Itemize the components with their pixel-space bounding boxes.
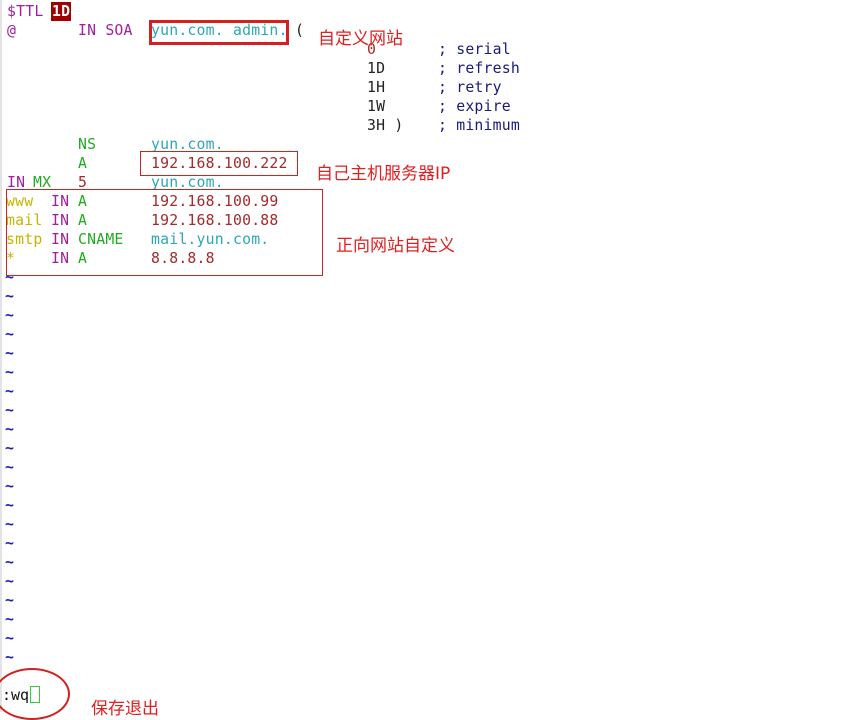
mx-class: IN [7, 174, 26, 191]
ttl-value: 1D [51, 2, 72, 21]
www-ip: 192.168.100.99 [151, 193, 279, 210]
a-type: A [78, 155, 88, 172]
wildcard-record-line: * IN A 8.8.8.8 [6, 249, 215, 268]
origin-symbol: @ [7, 22, 17, 39]
empty-line-tilde: ~ [5, 535, 15, 552]
smtp-class: IN [51, 231, 70, 248]
minimum-comment: ; minimum [438, 117, 520, 134]
ns-domain: yun.com. [151, 136, 224, 153]
refresh-value: 1D [367, 60, 386, 77]
annotation-forward-site-custom: 正向网站自定义 [336, 236, 455, 256]
serial-comment: ; serial [438, 41, 511, 58]
mx-priority: 5 [78, 174, 88, 191]
annotation-host-server-ip: 自己主机服务器IP [316, 164, 451, 184]
retry-value: 1H [367, 79, 386, 96]
serial-line: 0 ; serial [7, 40, 511, 59]
empty-line-tilde: ~ [5, 364, 15, 381]
empty-line-tilde: ~ [5, 402, 15, 419]
text-cursor [30, 686, 41, 703]
smtp-host: smtp [6, 231, 43, 248]
smtp-record-line: smtp IN CNAME mail.yun.com. [6, 230, 269, 249]
ttl-line: $TTL 1D [7, 2, 72, 21]
annotation-custom-site: 自定义网站 [318, 29, 403, 49]
empty-line-tilde: ~ [5, 649, 15, 666]
command-text: :wq [2, 686, 30, 704]
empty-line-tilde: ~ [5, 497, 15, 514]
empty-line-tilde: ~ [5, 459, 15, 476]
ns-type: NS [78, 136, 97, 153]
a-record-line: A 192.168.100.222 [7, 154, 287, 173]
wildcard-class: IN [51, 250, 70, 267]
www-record-line: www IN A 192.168.100.99 [6, 192, 278, 211]
a-ip: 192.168.100.222 [151, 155, 288, 172]
mail-record-line: mail IN A 192.168.100.88 [6, 211, 278, 230]
mail-class: IN [51, 212, 70, 229]
retry-comment: ; retry [438, 79, 502, 96]
empty-line-tilde: ~ [5, 573, 15, 590]
annotation-save-quit: 保存退出 [91, 699, 159, 719]
empty-line-tilde: ~ [5, 440, 15, 457]
smtp-target: mail.yun.com. [151, 231, 270, 248]
mail-ip: 192.168.100.88 [151, 212, 279, 229]
soa-domain: yun.com. admin. [151, 22, 288, 39]
mail-host: mail [6, 212, 43, 229]
minimum-value: 3H ) [367, 117, 404, 134]
command-line[interactable]: :wq [2, 686, 41, 705]
empty-line-tilde: ~ [5, 554, 15, 571]
wildcard-type: A [78, 250, 88, 267]
empty-line-tilde: ~ [5, 516, 15, 533]
empty-line-tilde: ~ [5, 630, 15, 647]
empty-line-tilde: ~ [5, 383, 15, 400]
retry-line: 1H ; retry [7, 78, 502, 97]
empty-line-tilde: ~ [5, 269, 15, 286]
soa-class-type: IN SOA [78, 22, 133, 39]
refresh-comment: ; refresh [438, 60, 520, 77]
expire-line: 1W ; expire [7, 97, 511, 116]
empty-line-tilde: ~ [5, 478, 15, 495]
empty-line-tilde: ~ [5, 611, 15, 628]
empty-line-tilde: ~ [5, 326, 15, 343]
soa-open-paren: ( [295, 22, 305, 39]
www-host: www [6, 193, 34, 210]
minimum-line: 3H ) ; minimum [7, 116, 520, 135]
expire-comment: ; expire [438, 98, 511, 115]
empty-line-tilde: ~ [5, 288, 15, 305]
empty-line-tilde: ~ [5, 421, 15, 438]
ns-record-line: NS yun.com. [7, 135, 224, 154]
wildcard-ip: 8.8.8.8 [151, 250, 215, 267]
www-type: A [78, 193, 88, 210]
smtp-type: CNAME [78, 231, 124, 248]
soa-line: @ IN SOA yun.com. admin. ( [7, 21, 304, 40]
wildcard-host: * [6, 250, 16, 267]
mx-type: MX [33, 174, 52, 191]
expire-value: 1W [367, 98, 386, 115]
www-class: IN [51, 193, 70, 210]
ttl-directive: $TTL [7, 3, 44, 20]
empty-line-tilde: ~ [5, 345, 15, 362]
refresh-line: 1D ; refresh [7, 59, 520, 78]
editor-left-border [0, 0, 2, 712]
mx-record-line: IN MX 5 yun.com. [7, 173, 224, 192]
mx-domain: yun.com. [151, 174, 224, 191]
empty-line-tilde: ~ [5, 592, 15, 609]
mail-type: A [78, 212, 88, 229]
empty-line-tilde: ~ [5, 307, 15, 324]
